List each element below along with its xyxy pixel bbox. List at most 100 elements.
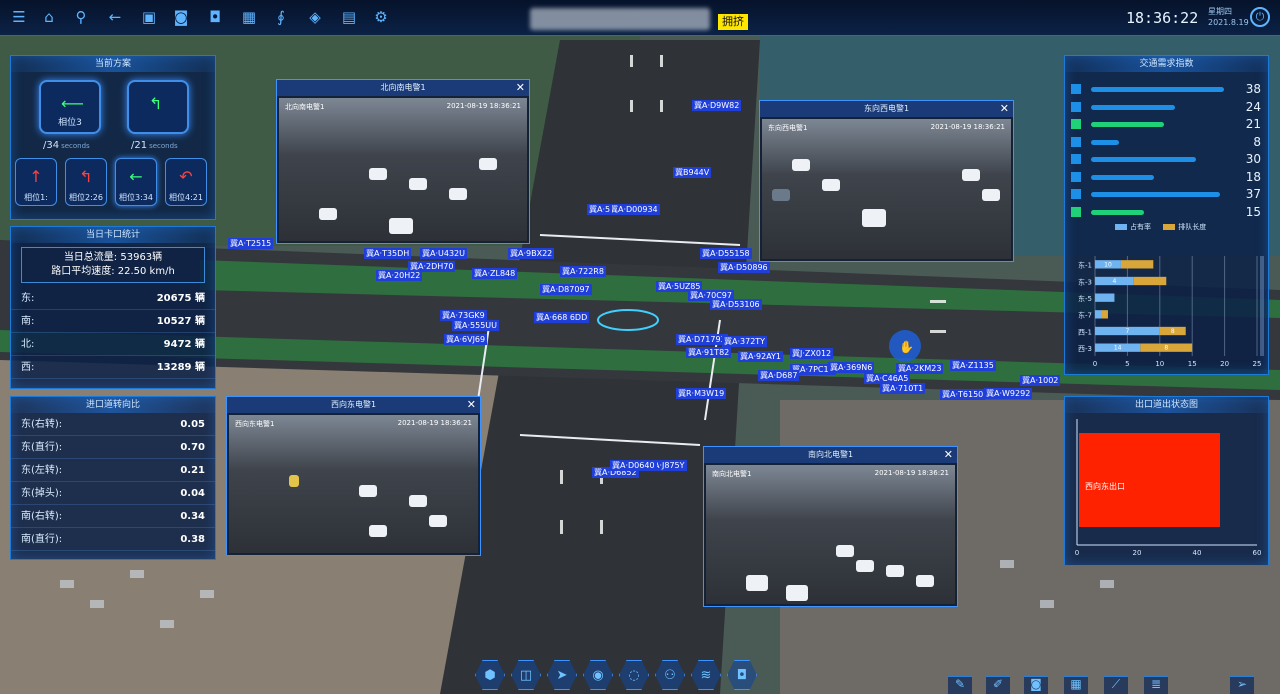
close-icon[interactable]: ✕	[944, 447, 953, 463]
plate-tag[interactable]: 冀A·20H22	[376, 270, 423, 281]
checkbox[interactable]	[1071, 154, 1081, 164]
plate-tag[interactable]: 冀A·92AY1	[738, 351, 784, 362]
phase-main-1[interactable]: ⟵ 相位3	[39, 80, 101, 134]
video-frame: 西向东电警1 2021-08-19 18:36:21	[229, 415, 478, 553]
arrow-up-icon: ↑	[29, 167, 43, 186]
plate-tag[interactable]: 冀A·372TY	[722, 336, 768, 347]
plate-tag[interactable]: 冀A·T6150	[940, 389, 986, 400]
checkbox[interactable]	[1071, 136, 1081, 147]
plate-tag[interactable]: 冀A·2KM23	[896, 363, 944, 374]
checkbox[interactable]	[1071, 206, 1081, 217]
signal-plan-panel: 当前方案 ⟵ 相位3 ↰ /34 seconds /21 seconds ↑ 相位1…	[10, 55, 216, 220]
plate-tag[interactable]: 冀A·91T82	[686, 347, 732, 358]
plate-tag[interactable]: 冀A·710T1	[880, 383, 926, 394]
plate-tag[interactable]: 冀A·D87097	[540, 284, 592, 295]
phase-2[interactable]: ↰ 相位2:26	[65, 158, 107, 206]
plate-tag[interactable]: 冀A·D687	[758, 370, 800, 381]
plate-tag[interactable]: 冀A·9BX22	[508, 248, 555, 259]
menu-icon[interactable]: ☰	[8, 6, 30, 28]
demand-bar-row: 38	[1071, 82, 1261, 96]
road-icon[interactable]: ⟋	[1104, 676, 1128, 694]
close-icon[interactable]: ✕	[1000, 101, 1009, 117]
search-icon[interactable]: ⚲	[70, 6, 92, 28]
plate-tag[interactable]: 冀A·1002	[1020, 375, 1061, 386]
phase-label: 相位3:34	[119, 193, 153, 202]
home-icon[interactable]: ⌂	[38, 6, 60, 28]
plate-tag[interactable]: 冀A·369N6	[828, 362, 875, 373]
power-icon[interactable]: ⏻	[1250, 7, 1270, 27]
camera-icon[interactable]: ◘	[727, 660, 757, 690]
turn-left-icon: ↰	[79, 167, 93, 186]
hexagon-icon[interactable]: ⬢	[475, 660, 505, 690]
camera-settings-icon[interactable]: ◘	[204, 6, 226, 28]
checkbox[interactable]	[1071, 84, 1081, 94]
plate-tag[interactable]: 冀A·Z1135	[950, 360, 996, 371]
close-icon[interactable]: ✕	[467, 397, 476, 413]
arrow-icon[interactable]: ➤	[547, 660, 577, 690]
demand-bar	[1091, 87, 1224, 92]
video-east[interactable]: 东向西电警1 ✕ 东向西电警1 2021-08-19 18:36:21	[759, 100, 1014, 262]
plate-tag[interactable]: 冀A·T35DH	[364, 248, 412, 259]
plate-tag[interactable]: 冀A·D0640	[610, 460, 657, 471]
settings-icon[interactable]: ⚙	[370, 6, 392, 28]
stack-icon[interactable]: ≣	[1144, 676, 1168, 694]
video-south[interactable]: 南向北电警1 ✕ 南向北电警1 2021-08-19 18:36:21	[703, 446, 958, 607]
checkbox[interactable]	[1071, 171, 1081, 182]
video-frame: 南向北电警1 2021-08-19 18:36:21	[706, 465, 955, 604]
plate-tag[interactable]: 冀A·D71793	[676, 334, 728, 345]
phase-4[interactable]: ↶ 相位4:21	[165, 158, 207, 206]
plate-tag[interactable]: 冀A·D9W82	[692, 100, 742, 111]
calendar-icon[interactable]: ▦	[1064, 676, 1088, 694]
plate-tag[interactable]: 冀A·U432U	[420, 248, 467, 259]
plate-tag[interactable]: 冀A·D53106	[710, 299, 762, 310]
car-icon[interactable]: ◫	[511, 660, 541, 690]
video-north[interactable]: 北向南电警1 ✕ 北向南电警1 2021-08-19 18:36:21	[276, 79, 530, 244]
back-icon[interactable]: ←	[104, 6, 126, 28]
plate-tag[interactable]: 冀A·555UU	[452, 320, 499, 331]
plate-tag[interactable]: 冀A·5	[587, 204, 613, 215]
pen-icon[interactable]: ✎	[948, 676, 972, 694]
traffic-light-icon[interactable]: ◉	[583, 660, 613, 690]
occupancy-queue-chart: 0 5 10 15 20 25 东-1 东-3 东-5 东-7 西-1 西-3 10 4 7 8 14 8	[1078, 256, 1264, 368]
plate-tag[interactable]: 冀R·M3W19	[676, 388, 727, 399]
video-title-bar: 西向东电警1 ✕	[227, 397, 480, 413]
plate-tag[interactable]: 冀A·D00934	[608, 204, 660, 215]
demand-bar-row: 8	[1071, 135, 1261, 149]
tick-label: 15	[1188, 360, 1197, 368]
camera-icon[interactable]: ◙	[170, 6, 192, 28]
demand-bar	[1091, 122, 1164, 127]
close-icon[interactable]: ✕	[516, 80, 525, 96]
phase-main-2[interactable]: ↰	[127, 80, 189, 134]
edit-icon[interactable]: ✐	[986, 676, 1010, 694]
category-label: 西-3	[1078, 345, 1092, 353]
plate-tag[interactable]: 冀A·668 6DD	[534, 312, 590, 323]
plate-tag[interactable]: 冀A·6VJ69	[444, 334, 488, 345]
plate-tag[interactable]: 冀A·D55158	[700, 248, 752, 259]
checkbox[interactable]	[1071, 119, 1081, 129]
plate-tag[interactable]: 冀J·ZX012	[790, 348, 834, 359]
document-icon[interactable]: ▤	[338, 6, 360, 28]
plate-tag[interactable]: 冀A·W9292	[984, 388, 1033, 399]
tick-label: 0	[1075, 549, 1079, 557]
plate-tag[interactable]: 冀A·ZL848	[472, 268, 518, 279]
image-icon[interactable]: ▣	[138, 6, 160, 28]
turn-left-icon: ↰	[149, 94, 163, 113]
layers-icon[interactable]: ≋	[691, 660, 721, 690]
checkbox[interactable]	[1071, 189, 1081, 199]
checkbox[interactable]	[1071, 101, 1081, 112]
people-icon[interactable]: ⚇	[655, 660, 685, 690]
video-west[interactable]: 西向东电警1 ✕ 西向东电警1 2021-08-19 18:36:21	[226, 396, 481, 556]
phase-3[interactable]: ← 相位3:34	[115, 158, 157, 206]
camera-icon[interactable]: ◙	[1024, 676, 1048, 694]
plate-tag[interactable]: 冀A·D50896	[718, 262, 770, 273]
signal-icon[interactable]: ◌	[619, 660, 649, 690]
send-icon[interactable]: ➢	[1230, 676, 1254, 694]
plate-tag[interactable]: 冀B944V	[673, 167, 712, 178]
layout-icon[interactable]: ▦	[238, 6, 260, 28]
phase-1[interactable]: ↑ 相位1:	[15, 158, 57, 206]
plate-tag[interactable]: 冀A·T2515	[228, 238, 274, 249]
cube-icon[interactable]: ◈	[304, 6, 326, 28]
plate-tag[interactable]: 冀A·722R8	[560, 266, 606, 277]
stethoscope-icon[interactable]: ∮	[270, 6, 292, 28]
demand-value: 8	[1253, 134, 1261, 149]
